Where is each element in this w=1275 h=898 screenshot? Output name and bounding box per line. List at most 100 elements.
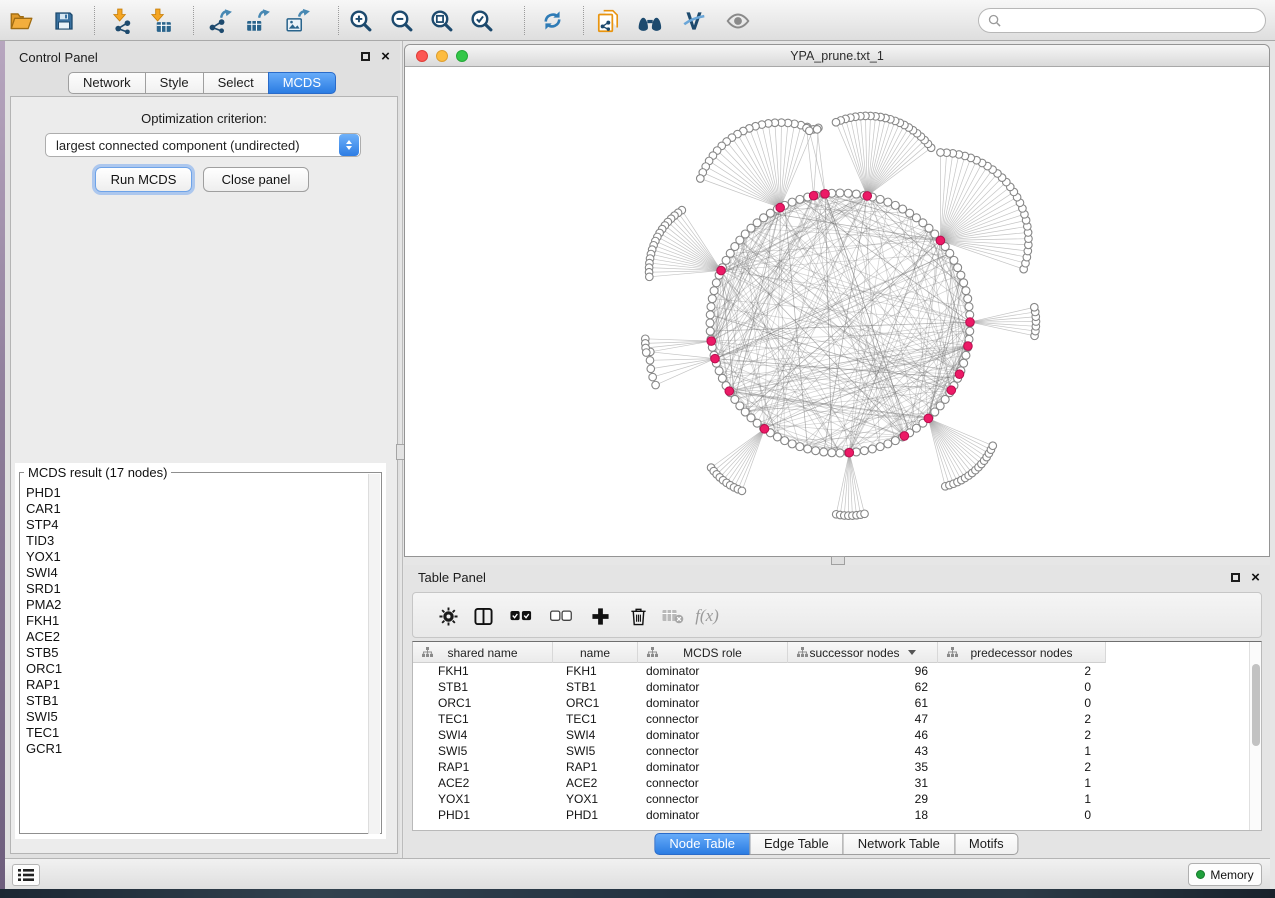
- table-cell[interactable]: 46: [788, 727, 938, 743]
- table-cell[interactable]: dominator: [638, 663, 788, 679]
- float-panel-icon[interactable]: [360, 51, 371, 62]
- mcds-result-item[interactable]: ORC1: [21, 661, 369, 677]
- tab-network-table[interactable]: Network Table: [843, 833, 955, 855]
- table-cell[interactable]: SWI5: [413, 743, 553, 759]
- eye-icon[interactable]: [721, 4, 755, 37]
- table-row[interactable]: YOX1YOX1connector291: [413, 791, 1251, 807]
- column-header-predecessor-nodes[interactable]: predecessor nodes: [938, 642, 1106, 663]
- search-network-icon[interactable]: [633, 4, 667, 37]
- table-cell[interactable]: 1: [938, 775, 1106, 791]
- mcds-result-item[interactable]: FKH1: [21, 613, 369, 629]
- table-cell[interactable]: dominator: [638, 727, 788, 743]
- table-cell[interactable]: FKH1: [553, 663, 638, 679]
- table-cell[interactable]: 31: [788, 775, 938, 791]
- mcds-result-item[interactable]: SWI4: [21, 565, 369, 581]
- table-cell[interactable]: dominator: [638, 695, 788, 711]
- column-header-shared-name[interactable]: shared name: [413, 642, 553, 663]
- export-network-icon[interactable]: [203, 4, 237, 37]
- table-cell[interactable]: ORC1: [413, 695, 553, 711]
- table-cell[interactable]: ACE2: [413, 775, 553, 791]
- zoom-in-icon[interactable]: [343, 4, 377, 37]
- table-cell[interactable]: 96: [788, 663, 938, 679]
- table-cell[interactable]: connector: [638, 711, 788, 727]
- table-cell[interactable]: 35: [788, 759, 938, 775]
- table-cell[interactable]: TEC1: [553, 711, 638, 727]
- table-cell[interactable]: 62: [788, 679, 938, 695]
- mcds-result-item[interactable]: PMA2: [21, 597, 369, 613]
- table-cell[interactable]: 0: [938, 679, 1106, 695]
- network-graph[interactable]: [405, 67, 1269, 556]
- table-cell[interactable]: 29: [788, 791, 938, 807]
- close-table-panel-icon[interactable]: ×: [1250, 572, 1261, 583]
- zoom-out-icon[interactable]: [384, 4, 418, 37]
- table-cell[interactable]: RAP1: [413, 759, 553, 775]
- tab-motifs[interactable]: Motifs: [954, 833, 1019, 855]
- mcds-result-item[interactable]: SRD1: [21, 581, 369, 597]
- table-cell[interactable]: ACE2: [553, 775, 638, 791]
- mcds-result-item[interactable]: STB5: [21, 645, 369, 661]
- tab-node-table[interactable]: Node Table: [654, 833, 750, 855]
- mcds-result-item[interactable]: CAR1: [21, 501, 369, 517]
- run-mcds-button[interactable]: Run MCDS: [95, 167, 192, 192]
- table-cell[interactable]: SWI4: [413, 727, 553, 743]
- close-panel-button[interactable]: Close panel: [203, 167, 309, 192]
- table-cell[interactable]: 1: [938, 791, 1106, 807]
- zoom-fit-icon[interactable]: [424, 4, 458, 37]
- table-cell[interactable]: ORC1: [553, 695, 638, 711]
- tab-network[interactable]: Network: [68, 72, 146, 94]
- table-cell[interactable]: 61: [788, 695, 938, 711]
- table-cell[interactable]: 2: [938, 759, 1106, 775]
- import-network-icon[interactable]: [105, 4, 139, 37]
- table-scrollbar[interactable]: [1249, 642, 1261, 830]
- table-cell[interactable]: FKH1: [413, 663, 553, 679]
- table-cell[interactable]: 47: [788, 711, 938, 727]
- table-scrollbar-thumb[interactable]: [1252, 664, 1260, 746]
- mcds-result-item[interactable]: ACE2: [21, 629, 369, 645]
- mcds-result-item[interactable]: GCR1: [21, 741, 369, 757]
- open-file-icon[interactable]: [4, 4, 38, 37]
- column-header-mcds-role[interactable]: MCDS role: [638, 642, 788, 663]
- tab-edge-table[interactable]: Edge Table: [749, 833, 844, 855]
- table-cell[interactable]: RAP1: [553, 759, 638, 775]
- add-icon[interactable]: [589, 605, 611, 627]
- table-cell[interactable]: dominator: [638, 807, 788, 823]
- table-row[interactable]: TEC1TEC1connector472: [413, 711, 1251, 727]
- horizontal-splitter-handle[interactable]: [831, 556, 845, 565]
- import-table-icon[interactable]: [143, 4, 177, 37]
- table-cell[interactable]: TEC1: [413, 711, 553, 727]
- table-cell[interactable]: connector: [638, 775, 788, 791]
- export-table-icon[interactable]: [241, 4, 275, 37]
- table-cell[interactable]: 2: [938, 663, 1106, 679]
- gear-icon[interactable]: [437, 605, 459, 627]
- mcds-result-item[interactable]: PHD1: [21, 485, 369, 501]
- columns-icon[interactable]: [472, 605, 494, 627]
- memory-button[interactable]: Memory: [1188, 863, 1262, 886]
- table-cell[interactable]: 2: [938, 727, 1106, 743]
- table-cell[interactable]: 0: [938, 807, 1106, 823]
- table-cell[interactable]: PHD1: [413, 807, 553, 823]
- table-cell[interactable]: dominator: [638, 679, 788, 695]
- mcds-result-list[interactable]: PHD1CAR1STP4TID3YOX1SWI4SRD1PMA2FKH1ACE2…: [21, 485, 369, 757]
- table-row[interactable]: FKH1FKH1dominator962: [413, 663, 1251, 679]
- show-panels-button[interactable]: [12, 864, 40, 886]
- mcds-result-item[interactable]: TEC1: [21, 725, 369, 741]
- export-image-icon[interactable]: [281, 4, 315, 37]
- tab-style[interactable]: Style: [145, 72, 204, 94]
- table-cell[interactable]: SWI5: [553, 743, 638, 759]
- table-cell[interactable]: connector: [638, 743, 788, 759]
- trash-icon[interactable]: [627, 605, 649, 627]
- table-row[interactable]: STB1STB1dominator620: [413, 679, 1251, 695]
- mcds-result-item[interactable]: RAP1: [21, 677, 369, 693]
- table-cell[interactable]: 1: [938, 743, 1106, 759]
- table-cell[interactable]: dominator: [638, 759, 788, 775]
- table-cell[interactable]: YOX1: [413, 791, 553, 807]
- clone-network-icon[interactable]: [591, 4, 625, 37]
- tab-select[interactable]: Select: [203, 72, 269, 94]
- select-all-icon[interactable]: [510, 605, 532, 627]
- network-window-titlebar[interactable]: YPA_prune.txt_1: [405, 45, 1269, 67]
- apply-layout-icon[interactable]: [535, 4, 569, 37]
- table-cell[interactable]: STB1: [553, 679, 638, 695]
- table-cell[interactable]: 0: [938, 695, 1106, 711]
- table-row[interactable]: ORC1ORC1dominator610: [413, 695, 1251, 711]
- table-cell[interactable]: SWI4: [553, 727, 638, 743]
